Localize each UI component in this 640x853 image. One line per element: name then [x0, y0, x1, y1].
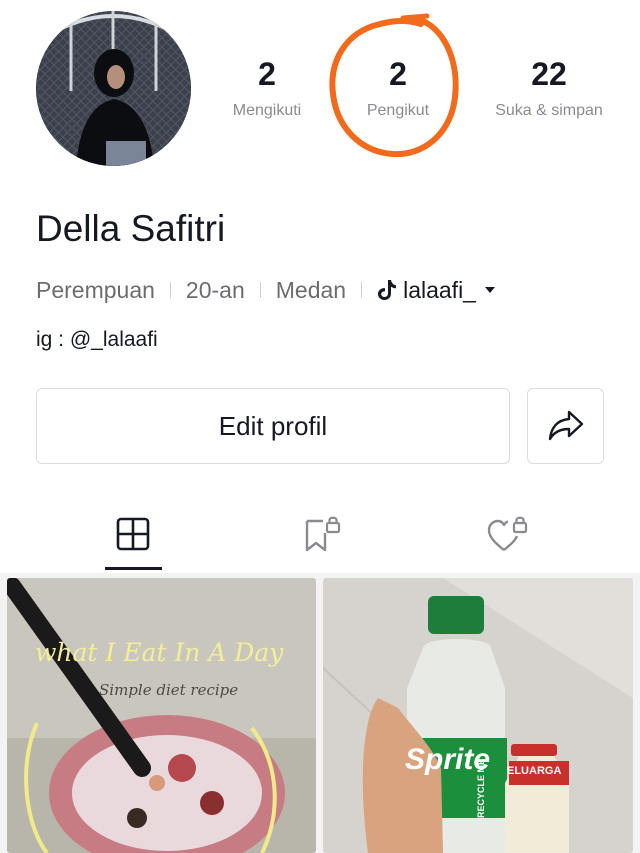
share-profile-button[interactable] [527, 388, 604, 464]
profile-meta-row: Perempuan 20-an Medan lalaafi_ [36, 275, 495, 305]
bookmark-lock-icon [305, 516, 341, 552]
tab-saved[interactable] [291, 512, 351, 556]
bottle-side-text: RECYCLE ME [476, 758, 486, 818]
gender-text: Perempuan [36, 276, 155, 303]
stat-following[interactable]: 2 Mengikuti [192, 56, 342, 120]
following-label: Mengikuti [232, 102, 302, 119]
tiktok-handle: lalaafi_ [403, 276, 476, 303]
chevron-down-icon [484, 287, 495, 293]
grid-icon [116, 517, 150, 551]
edit-profile-label: Edit profil [218, 410, 328, 441]
profile-bio: ig : @_lalaafi [36, 328, 158, 351]
small-bottle-label: ELUARGA [507, 765, 562, 777]
share-icon [548, 410, 583, 441]
tab-liked[interactable] [477, 512, 537, 556]
divider [361, 282, 363, 298]
following-count: 2 [258, 56, 276, 92]
post-thumbnail[interactable]: Sprite RECYCLE ME ELUARGA [323, 578, 633, 853]
highlight-circle-annotation [329, 13, 459, 158]
tiktok-icon [378, 280, 397, 300]
profile-avatar[interactable] [36, 11, 191, 166]
city-text: Medan [275, 276, 347, 303]
divider [169, 282, 171, 298]
active-tab-indicator [105, 567, 162, 570]
age-text: 20-an [185, 276, 245, 303]
post-thumbnail[interactable]: what I Eat In A Day Simple diet recipe [7, 578, 316, 853]
profile-name: Della Safitri [36, 208, 226, 249]
post-title-overlay: what I Eat In A Day [35, 638, 284, 667]
likes-saves-label: Suka & simpan [495, 102, 603, 119]
stat-likes-saves[interactable]: 22 Suka & simpan [474, 56, 624, 120]
tiktok-link[interactable]: lalaafi_ [377, 277, 495, 304]
tab-posts[interactable] [103, 512, 163, 556]
post-subtitle-overlay: Simple diet recipe [99, 681, 239, 699]
likes-saves-count: 22 [531, 56, 567, 92]
divider [259, 282, 261, 298]
edit-profile-button[interactable]: Edit profil [36, 388, 510, 464]
heart-lock-icon [487, 516, 528, 551]
